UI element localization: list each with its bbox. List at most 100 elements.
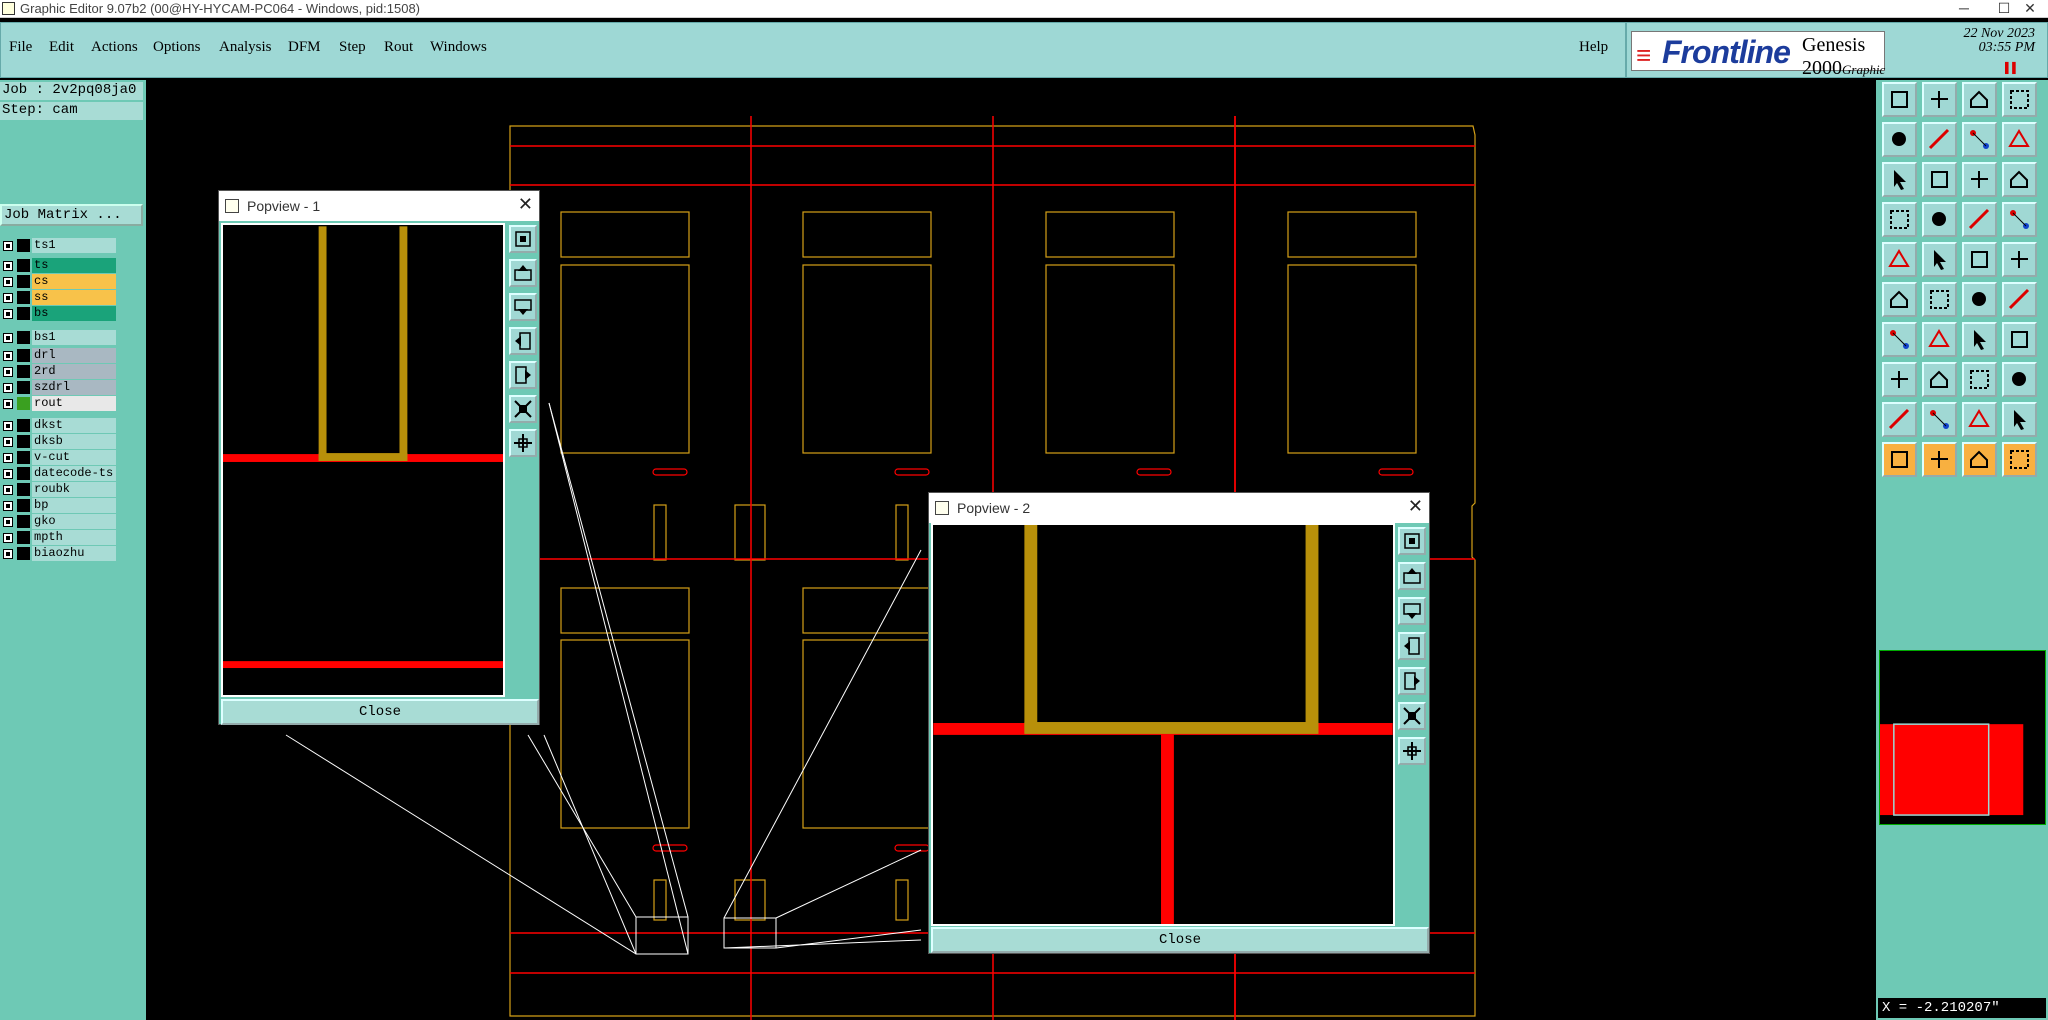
layer-checkbox[interactable] [3,517,13,527]
layer-checkbox[interactable] [3,333,13,343]
layer-color-swatch[interactable] [17,531,30,544]
layer-name[interactable]: cs [32,274,116,289]
layer-color-swatch[interactable] [17,435,30,448]
layer-color-swatch[interactable] [17,397,30,410]
layer-color-swatch[interactable] [17,307,30,320]
layer-name[interactable]: 2rd [32,364,116,379]
home-icon[interactable] [1962,82,1997,117]
tri-d-icon[interactable] [2002,402,2037,437]
open-job-icon[interactable] [1882,82,1917,117]
grid-icon[interactable] [2002,202,2037,237]
layer-name[interactable]: biaozhu [32,546,116,561]
layer-row[interactable]: rout [0,396,116,411]
layer-name[interactable]: mpth [32,530,116,545]
select-box-icon[interactable] [1922,442,1957,477]
layer-color-swatch[interactable] [17,451,30,464]
menu-windows[interactable]: Windows [430,39,487,56]
popview-zoom-in-icon[interactable] [1398,737,1426,765]
popview-pan-right-icon[interactable] [1398,667,1426,695]
s-icon[interactable] [2002,122,2037,157]
layer-name[interactable]: datecode-ts [32,466,116,481]
layer-color-swatch[interactable] [17,483,30,496]
layer-checkbox[interactable] [3,501,13,511]
point-icon[interactable] [1962,282,1997,317]
layer-color-swatch[interactable] [17,419,30,432]
layer-name[interactable]: rout [32,396,116,411]
arc-icon[interactable] [1962,322,1997,357]
layer-checkbox[interactable] [3,383,13,393]
popview-zoom-fit-icon[interactable] [509,225,537,253]
popview-1-viewport[interactable] [221,223,505,697]
zoom-in-icon[interactable] [2002,82,2037,117]
layer-name[interactable]: roubk [32,482,116,497]
layer-row[interactable]: dksb [0,434,116,449]
layer-row[interactable]: 2rd [0,364,116,379]
move-right-icon[interactable] [1922,122,1957,157]
layer-name[interactable]: szdrl [32,380,116,395]
layer-checkbox[interactable] [3,351,13,361]
layer-row[interactable]: ss [0,290,116,305]
layer-row[interactable]: datecode-ts [0,466,116,481]
popview-pan-up-icon[interactable] [509,259,537,287]
menu-options[interactable]: Options [153,39,201,56]
layer-row[interactable]: bs1 [0,330,116,345]
layer-color-swatch[interactable] [17,291,30,304]
popview-1-close-icon[interactable]: ✕ [518,194,533,215]
layer-name[interactable]: dksb [32,434,116,449]
layer-row[interactable]: bp [0,498,116,513]
tri-a-icon[interactable] [1882,402,1917,437]
layer-row[interactable]: roubk [0,482,116,497]
cut-icon[interactable] [1922,202,1957,237]
route-icon[interactable] [2002,442,2037,477]
popview-pan-down-icon[interactable] [1398,597,1426,625]
layer-color-swatch[interactable] [17,381,30,394]
circle-icon[interactable] [2002,242,2037,277]
layer-name[interactable]: bs1 [32,330,116,345]
layer-row[interactable]: ts [0,258,116,273]
popview-2-close-button[interactable]: Close [931,927,1429,953]
select-icon[interactable] [1882,442,1917,477]
node-icon[interactable] [1882,362,1917,397]
layer-checkbox[interactable] [3,241,13,251]
layer-color-swatch[interactable] [17,547,30,560]
layer-row[interactable]: drl [0,348,116,363]
layer-color-swatch[interactable] [17,515,30,528]
menu-step[interactable]: Step [339,39,366,56]
layer-row[interactable]: biaozhu [0,546,116,561]
layer-color-swatch[interactable] [17,365,30,378]
layer-color-swatch[interactable] [17,275,30,288]
pad-icon[interactable] [1882,242,1917,277]
split-icon[interactable] [1962,362,1997,397]
tri-b-icon[interactable] [1922,402,1957,437]
group-icon[interactable] [2002,362,2037,397]
move-left-icon[interactable] [1882,122,1917,157]
layer-name[interactable]: ss [32,290,116,305]
layer-checkbox[interactable] [3,277,13,287]
connect-icon[interactable] [1882,282,1917,317]
layer-checkbox[interactable] [3,533,13,543]
layer-row[interactable]: ts1 [0,238,116,253]
menu-rout[interactable]: Rout [384,39,413,56]
popview-zoom-in-icon[interactable] [509,429,537,457]
layer-name[interactable]: bp [32,498,116,513]
layer-name[interactable]: gko [32,514,116,529]
layer-color-swatch[interactable] [17,467,30,480]
layer-checkbox[interactable] [3,485,13,495]
help-icon[interactable] [2002,162,2037,197]
one-to-two-icon[interactable] [1962,162,1997,197]
tri-c-icon[interactable] [1962,402,1997,437]
layer-row[interactable]: gko [0,514,116,529]
layer-checkbox[interactable] [3,437,13,447]
popview-pan-left-icon[interactable] [509,327,537,355]
center-icon[interactable] [1922,162,1957,197]
layer-color-swatch[interactable] [17,349,30,362]
layer-color-swatch[interactable] [17,259,30,272]
snap-icon[interactable] [1962,122,1997,157]
layer-name[interactable]: dkst [32,418,116,433]
measure-icon[interactable] [1882,202,1917,237]
layer-color-swatch[interactable] [17,239,30,252]
layer-row[interactable]: v-cut [0,450,116,465]
layer-checkbox[interactable] [3,453,13,463]
save-icon[interactable] [1922,82,1957,117]
menu-help[interactable]: Help [1579,39,1608,56]
